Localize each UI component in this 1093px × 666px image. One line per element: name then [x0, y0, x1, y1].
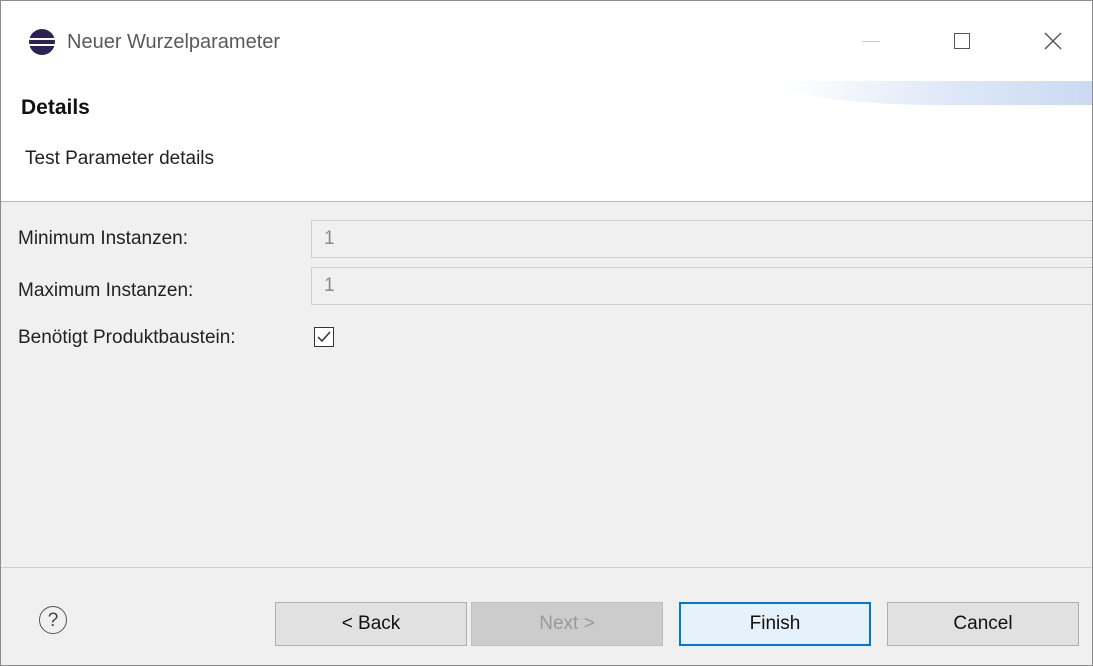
details-form: Minimum Instanzen: Maximum Instanzen: Be…: [1, 202, 1092, 567]
title-bar[interactable]: Neuer Wurzelparameter: [1, 1, 1092, 81]
max-instances-label: Maximum Instanzen:: [18, 280, 194, 301]
page-description: Test Parameter details: [25, 148, 215, 169]
checkmark-icon: [317, 331, 331, 343]
wizard-header: Details Test Parameter details: [1, 81, 1092, 202]
min-instances-field[interactable]: [311, 220, 1092, 258]
close-icon: [1044, 32, 1062, 50]
eclipse-icon: [29, 29, 55, 55]
minimize-icon: [862, 40, 880, 42]
maximize-icon: [954, 33, 970, 49]
page-title: Details: [21, 96, 90, 119]
minimize-button[interactable]: [849, 21, 893, 61]
button-bar: ? < Back Next > Finish Cancel: [1, 567, 1092, 665]
close-button[interactable]: [1031, 21, 1075, 61]
window-title: Neuer Wurzelparameter: [67, 31, 281, 53]
cancel-button[interactable]: Cancel: [887, 602, 1079, 646]
min-instances-label: Minimum Instanzen:: [18, 228, 189, 249]
back-button[interactable]: < Back: [275, 602, 467, 646]
maximize-button[interactable]: [940, 21, 984, 61]
max-instances-field[interactable]: [311, 267, 1092, 305]
wizard-dialog: Neuer Wurzelparameter Details Test Param…: [0, 0, 1093, 666]
finish-button[interactable]: Finish: [679, 602, 871, 646]
banner-decoration: [782, 81, 1092, 105]
requires-product-component-label: Benötigt Produktbaustein:: [18, 327, 236, 348]
requires-product-component-checkbox[interactable]: [314, 327, 334, 347]
next-button[interactable]: Next >: [471, 602, 663, 646]
help-icon[interactable]: ?: [39, 606, 67, 634]
